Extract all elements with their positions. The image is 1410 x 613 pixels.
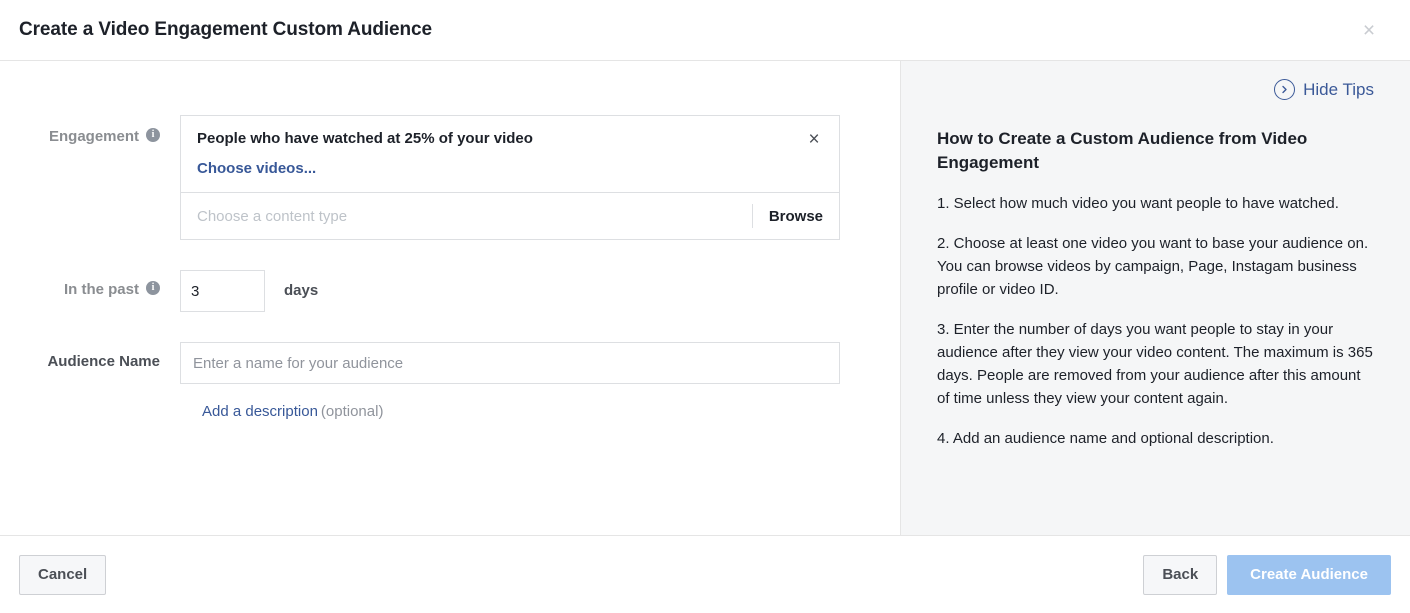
page-title: Create a Video Engagement Custom Audienc… [19,19,432,40]
tip-paragraph: 3. Enter the number of days you want peo… [937,321,1373,407]
tip-paragraph: 1. Select how much video you want people… [937,195,1339,212]
dialog-footer: Cancel Back Create Audience [0,536,1410,613]
cancel-button[interactable]: Cancel [19,554,107,595]
dialog-header: Create a Video Engagement Custom Audienc… [0,0,1410,61]
engagement-selection: People who have watched at 25% of your v… [181,116,839,192]
choose-videos-link[interactable]: Choose videos... [197,160,316,177]
add-description: Add a description (optional) [180,403,383,420]
hide-tips-toggle[interactable]: Hide Tips [937,79,1374,100]
add-description-row: Add a description (optional) [0,403,900,420]
engagement-selected-option: People who have watched at 25% of your v… [197,130,533,147]
engagement-box: People who have watched at 25% of your v… [180,115,840,240]
close-icon[interactable]: × [1356,17,1382,43]
add-description-link[interactable]: Add a description [202,403,318,420]
info-icon[interactable]: i [146,128,160,142]
browse-button[interactable]: Browse [753,208,839,225]
content-type-input[interactable]: Choose a content type [197,208,752,225]
add-description-optional: (optional) [320,403,384,420]
hide-tips-label: Hide Tips [1303,79,1374,99]
create-audience-button[interactable]: Create Audience [1227,554,1391,595]
tips-heading: How to Create a Custom Audience from Vid… [937,129,1308,172]
back-button[interactable]: Back [1143,554,1218,595]
dialog-body: Engagement i People who have watched at … [0,61,1410,536]
in-the-past-label-group: In the past i [0,270,180,298]
create-custom-audience-dialog: Create a Video Engagement Custom Audienc… [0,0,1410,613]
engagement-row: Engagement i People who have watched at … [0,115,900,240]
tip-paragraph: 4. Add an audience name and optional des… [937,430,1274,447]
form-pane: Engagement i People who have watched at … [0,61,900,535]
info-icon[interactable]: i [146,281,160,295]
tip-paragraph: 2. Choose at least one video you want to… [937,235,1369,298]
tips-pane: Hide Tips How to Create a Custom Audienc… [900,61,1410,535]
audience-name-row: Audience Name [0,342,900,384]
days-input[interactable] [180,270,265,312]
audience-name-label: Audience Name [47,353,160,370]
footer-right: Back Create Audience [1143,554,1391,595]
chevron-right-circle-icon [1274,79,1296,100]
engagement-label: Engagement [48,128,139,145]
in-the-past-label: In the past [63,281,139,298]
engagement-label-group: Engagement i [0,115,180,145]
audience-name-input[interactable] [180,342,840,384]
remove-engagement-icon[interactable]: × [803,128,825,150]
days-unit-label: days [284,282,319,299]
in-the-past-row: In the past i days [0,270,900,312]
content-type-row: Choose a content type Browse [181,192,839,239]
footer-left: Cancel [19,554,1143,595]
